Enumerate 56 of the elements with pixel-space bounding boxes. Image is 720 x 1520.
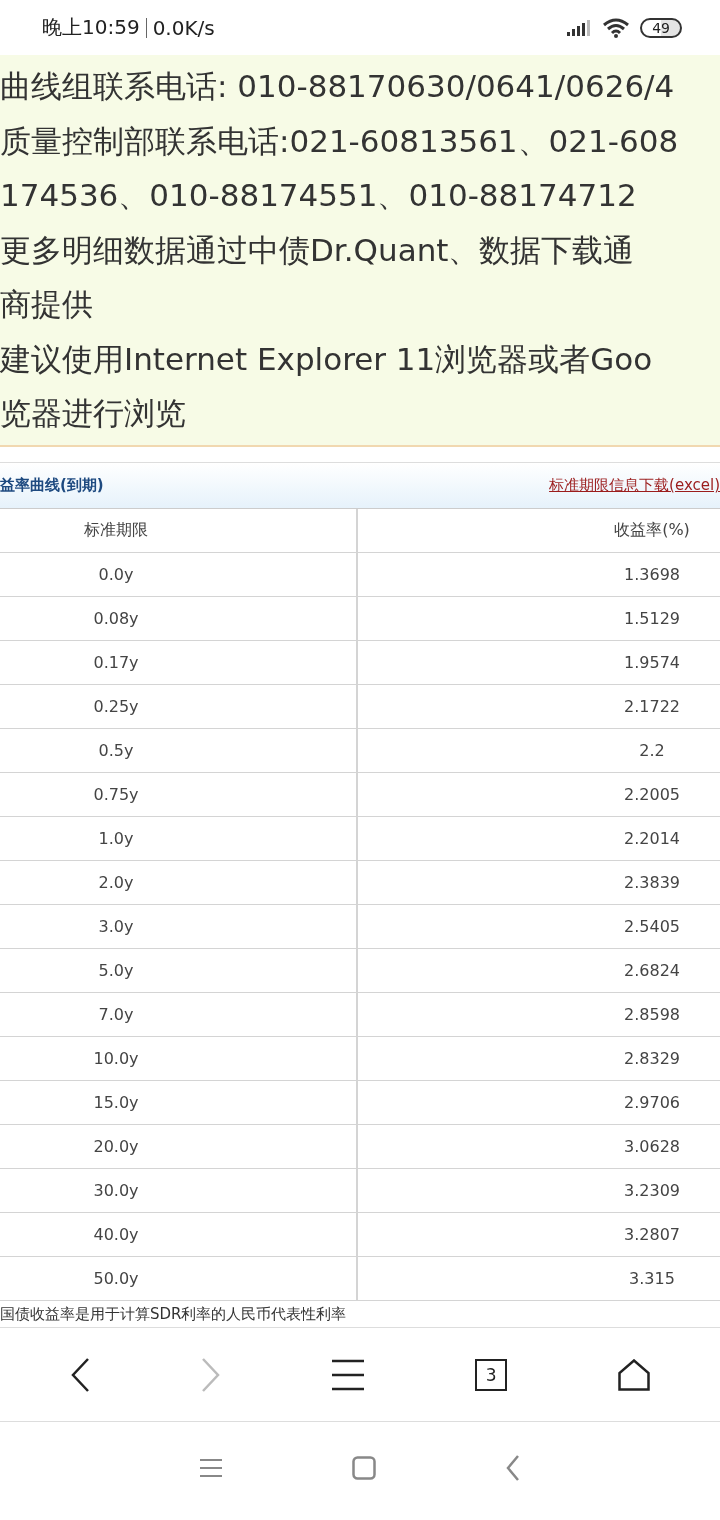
table-cell: 1.0y xyxy=(0,817,358,860)
table-cell: 0.75y xyxy=(0,773,358,816)
table-cell-text: 2.3839 xyxy=(623,872,681,894)
battery-level: 49 xyxy=(640,17,682,38)
table-cell-text: 2.2 xyxy=(638,740,666,762)
back-icon[interactable] xyxy=(69,1356,90,1393)
table-cell-text: 1.5129 xyxy=(623,608,681,630)
table-cell: 40.0y xyxy=(0,1213,358,1256)
table-cell: 7.0y xyxy=(0,993,358,1036)
notice-text: 质量控制部联系电话:021-60813561、021-608 xyxy=(0,121,679,161)
footnote-text: 国债收益率是用于计算SDR利率的人民币代表性利率 xyxy=(0,1304,347,1325)
table-cell-text: 3.0628 xyxy=(623,1136,681,1158)
table-cell-text: 2.9706 xyxy=(623,1092,681,1114)
notice-text: 更多明细数据通过中债Dr.Quant、数据下载通 xyxy=(0,230,635,270)
network-speed: 0.0K/s xyxy=(152,15,215,40)
notice-text: 览器进行浏览 xyxy=(0,394,186,433)
signal-icon xyxy=(566,19,593,36)
table-cell-text: 1.3698 xyxy=(623,564,681,586)
home-icon[interactable] xyxy=(618,1358,651,1391)
tab-count-button[interactable]: 3 xyxy=(475,1358,508,1391)
column-header: 标准期限 xyxy=(0,509,358,552)
table-title: 益率曲线(到期) xyxy=(0,476,104,495)
table-cell-text: 2.5405 xyxy=(623,916,681,938)
table-cell: 0.17y xyxy=(0,641,358,684)
table-cell-text: 2.2005 xyxy=(623,784,681,806)
notice-text: 174536、010-88174551、010-88174712 xyxy=(0,176,637,215)
table-cell-text: 2.6824 xyxy=(623,960,681,982)
table-cell-text: 2.8329 xyxy=(623,1048,681,1070)
table-cell: 15.0y xyxy=(0,1081,358,1124)
table-cell: 0.25y xyxy=(0,685,358,728)
table-cell-text: 2.1722 xyxy=(623,696,681,718)
table-cell: 20.0y xyxy=(0,1125,358,1168)
table-cell: 0.5y xyxy=(0,729,358,772)
table-cell: 2.0y xyxy=(0,861,358,904)
notice-text: 建议使用Internet Explorer 11浏览器或者Goo xyxy=(0,339,653,379)
notice-text: 商提供 xyxy=(0,285,93,324)
menu-icon[interactable] xyxy=(331,1358,364,1391)
column-header: 收益率(%) xyxy=(613,519,691,541)
table-cell-text: 3.315 xyxy=(628,1268,676,1290)
table-cell: 30.0y xyxy=(0,1169,358,1212)
table-cell-text: 3.2807 xyxy=(623,1224,681,1246)
download-link[interactable]: 标准期限信息下载(excel) xyxy=(549,476,720,495)
table-cell: 0.08y xyxy=(0,597,358,640)
square-icon[interactable] xyxy=(352,1456,376,1480)
table-cell: 0.0y xyxy=(0,553,358,596)
table-cell-text: 2.2014 xyxy=(623,828,681,850)
table-cell-text: 3.2309 xyxy=(623,1180,681,1202)
clock-time: 晚上10:59 xyxy=(42,14,140,41)
table-cell: 50.0y xyxy=(0,1257,358,1300)
wifi-icon xyxy=(602,17,631,38)
table-cell: 5.0y xyxy=(0,949,358,992)
table-cell-text: 1.9574 xyxy=(623,652,681,674)
table-cell: 10.0y xyxy=(0,1037,358,1080)
table-cell-text: 2.8598 xyxy=(623,1004,681,1026)
notice-text: 曲线组联系电话: 010-88170630/0641/0626/4 xyxy=(0,67,675,106)
table-cell: 3.0y xyxy=(0,905,358,948)
